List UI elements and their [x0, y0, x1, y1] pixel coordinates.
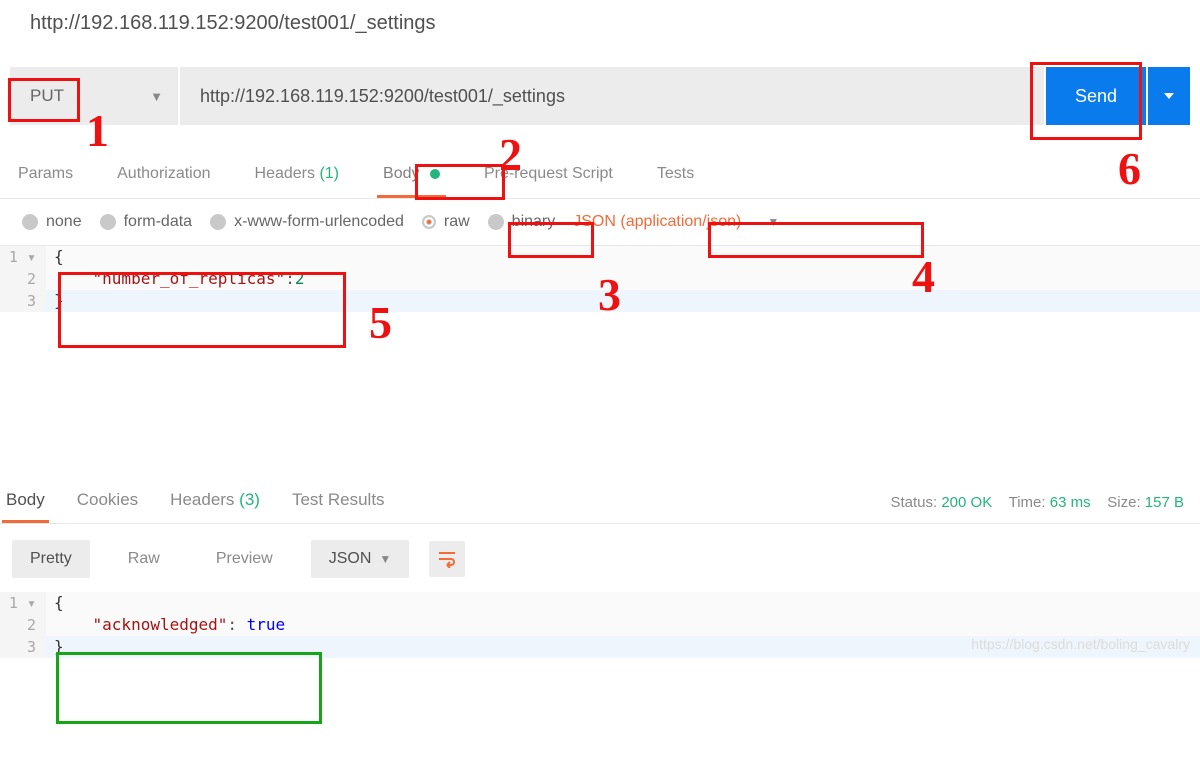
body-type-none[interactable]: none — [22, 213, 82, 231]
response-meta: Status: 200 OK Time: 63 ms Size: 157 B — [890, 494, 1198, 511]
chevron-down-icon — [1164, 93, 1174, 99]
send-button[interactable]: Send — [1046, 67, 1146, 125]
radio-icon — [210, 214, 226, 230]
view-pretty-button[interactable]: Pretty — [12, 540, 90, 578]
tab-authorization[interactable]: Authorization — [111, 155, 216, 198]
request-title: http://192.168.119.152:9200/test001/_set… — [0, 0, 1200, 47]
view-preview-button[interactable]: Preview — [198, 540, 291, 578]
tab-tests[interactable]: Tests — [651, 155, 700, 198]
chevron-down-icon: ▼ — [150, 89, 163, 104]
tab-params[interactable]: Params — [12, 155, 79, 198]
annotation-box-green — [56, 652, 322, 724]
tab-body[interactable]: Body — [377, 155, 446, 198]
url-value: http://192.168.119.152:9200/test001/_set… — [200, 86, 565, 107]
request-body-editor[interactable]: 1 ▾{ 2 "number_of_replicas":2 3} — [0, 246, 1200, 312]
chevron-down-icon: ▼ — [379, 552, 391, 566]
response-tab-headers[interactable]: Headers (3) — [166, 482, 264, 523]
radio-icon — [488, 214, 504, 230]
chevron-down-icon: ▼ — [767, 215, 779, 229]
body-type-xwww[interactable]: x-www-form-urlencoded — [210, 213, 404, 231]
watermark: https://blog.csdn.net/boling_cavalry — [971, 636, 1190, 652]
response-header: Body Cookies Headers (3) Test Results St… — [0, 472, 1200, 524]
view-raw-button[interactable]: Raw — [110, 540, 178, 578]
send-dropdown-button[interactable] — [1148, 67, 1190, 125]
body-type-form-data[interactable]: form-data — [100, 213, 192, 231]
tab-prerequest[interactable]: Pre-request Script — [478, 155, 619, 198]
method-select[interactable]: PUT ▼ — [10, 67, 178, 125]
request-tabs: Params Authorization Headers (1) Body Pr… — [0, 155, 1200, 199]
request-row: PUT ▼ http://192.168.119.152:9200/test00… — [0, 67, 1200, 125]
response-tab-cookies[interactable]: Cookies — [73, 482, 142, 523]
body-type-row: none form-data x-www-form-urlencoded raw… — [0, 199, 1200, 246]
body-type-binary[interactable]: binary — [488, 213, 556, 231]
content-type-select[interactable]: JSON (application/json) — [573, 213, 741, 231]
response-tab-body[interactable]: Body — [2, 482, 49, 523]
active-dot-icon — [430, 169, 440, 179]
radio-checked-icon — [422, 215, 436, 229]
tab-headers[interactable]: Headers (1) — [249, 155, 346, 198]
method-value: PUT — [30, 86, 64, 106]
response-tab-test-results[interactable]: Test Results — [288, 482, 389, 523]
body-type-raw[interactable]: raw — [422, 213, 470, 231]
response-view-row: Pretty Raw Preview JSON▼ — [0, 530, 1200, 588]
url-input[interactable]: http://192.168.119.152:9200/test001/_set… — [180, 67, 1044, 125]
response-format-select[interactable]: JSON▼ — [311, 540, 410, 578]
wrap-lines-button[interactable] — [429, 541, 465, 577]
radio-icon — [100, 214, 116, 230]
radio-icon — [22, 214, 38, 230]
